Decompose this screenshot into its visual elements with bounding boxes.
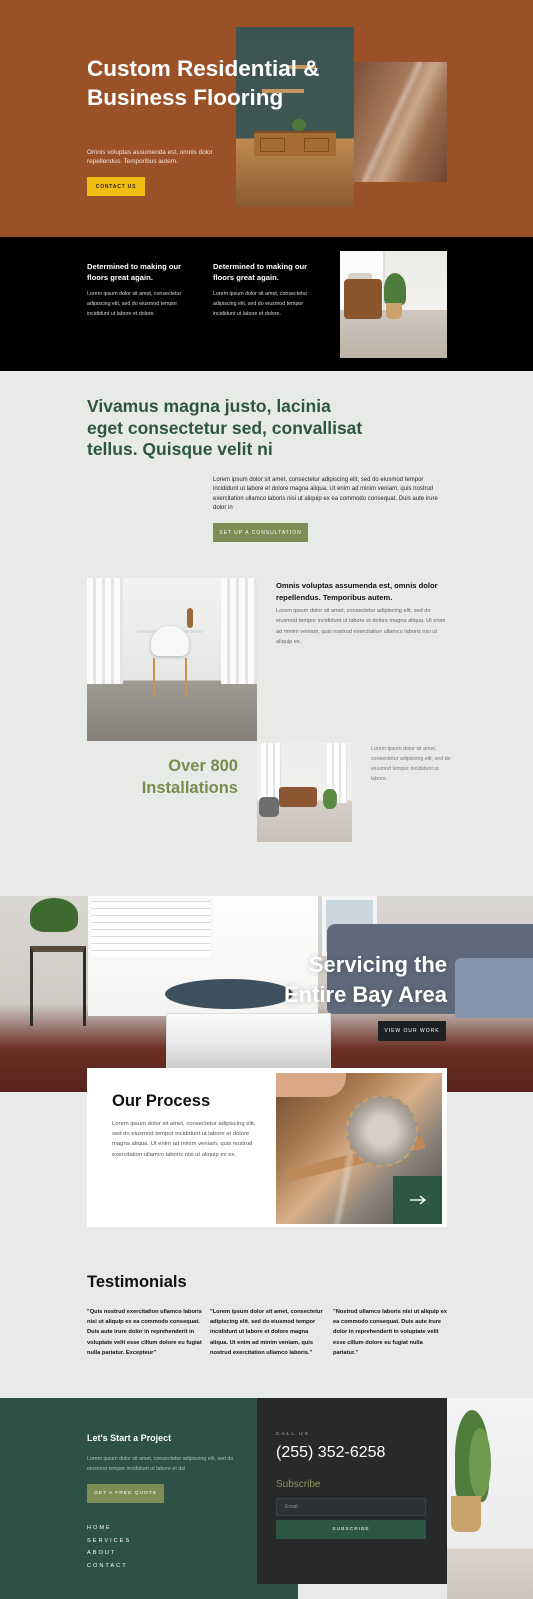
- testimonials-section: Testimonials "Quis nostrud exercitation …: [0, 1255, 533, 1398]
- testimonial-quote-1: "Quis nostrud exercitation ullamco labor…: [87, 1309, 202, 1356]
- intro-paragraph: Lorem ipsum dolor sit amet, consectetur …: [213, 477, 438, 512]
- footer-nav-contact[interactable]: CONTACT: [87, 1563, 128, 1569]
- testimonials-title: Testimonials: [87, 1273, 187, 1291]
- process-text: Lorem ipsum dolor sit amet, consectetur …: [112, 1121, 256, 1158]
- footer-subscribe-panel: CALL US (255) 352-6258 Subscribe SUBSCRI…: [257, 1398, 447, 1584]
- living-room-image: [257, 743, 352, 842]
- footer-contact-panel: Let's Start a Project Lorem ipsum dolor …: [0, 1398, 298, 1599]
- feature-text: Lorem ipsum dolor sit amet, consectetur …: [276, 608, 446, 645]
- subscribe-button[interactable]: SUBSCRIBE: [276, 1520, 426, 1539]
- value-text-1: Lorem ipsum dolor sit amet, consectetur …: [87, 291, 182, 317]
- call-us-label: CALL US: [276, 1432, 310, 1437]
- email-field[interactable]: [276, 1498, 426, 1516]
- dining-room-image: [87, 578, 257, 741]
- hero-title: Custom Residential & Business Flooring: [87, 56, 320, 110]
- view-our-work-button[interactable]: VIEW OUR WORK: [378, 1021, 446, 1041]
- hero-section: Custom Residential & Business Flooring O…: [0, 0, 533, 237]
- feature-heading: Omnis voluptas assumenda est, omnis dolo…: [276, 581, 438, 602]
- intro-headline: Vivamus magna justo, lacinia eget consec…: [87, 396, 363, 459]
- footer-text: Lorem ipsum dolor sit amet, consectetur …: [87, 1456, 234, 1473]
- testimonial-quote-3: "Nostrud ullamco laboris nisi ut aliquip…: [333, 1309, 447, 1356]
- bay-area-title: Servicing the Entire Bay Area: [283, 952, 447, 1007]
- testimonial-quote-2: "Lorem ipsum dolor sit amet, consectetur…: [210, 1309, 323, 1356]
- hero-wood-closeup-image: [354, 62, 447, 182]
- value-heading-2: Determined to making our floors great ag…: [213, 262, 308, 282]
- installations-stat: Over 800 Installations: [141, 757, 238, 797]
- intro-section: Vivamus magna justo, lacinia eget consec…: [0, 371, 533, 896]
- footer-nav-services[interactable]: SERVICES: [87, 1538, 131, 1544]
- process-next-button[interactable]: [393, 1176, 442, 1224]
- values-band: Determined to making our floors great ag…: [0, 237, 533, 371]
- side-text: Lorem ipsum dolor sit amet, consectetur …: [371, 746, 451, 782]
- phone-number[interactable]: (255) 352-6258: [276, 1444, 385, 1462]
- process-title: Our Process: [112, 1092, 211, 1110]
- process-section: Our Process Lorem ipsum dolor sit amet, …: [0, 1068, 533, 1255]
- footer: Let's Start a Project Lorem ipsum dolor …: [0, 1398, 533, 1599]
- value-heading-1: Determined to making our floors great ag…: [87, 262, 182, 282]
- free-quote-button[interactable]: GET A FREE QUOTE: [87, 1484, 164, 1503]
- consultation-button[interactable]: SET UP A CONSULTATION: [213, 523, 308, 542]
- footer-nav-about[interactable]: ABOUT: [87, 1550, 116, 1556]
- footer-plant-image: [447, 1398, 533, 1599]
- armchair-image: [340, 251, 447, 358]
- bay-area-banner: Servicing the Entire Bay Area VIEW OUR W…: [0, 896, 533, 1092]
- hero-subtitle: Omnis voluptas assumenda est, omnis dolo…: [87, 149, 213, 165]
- arrow-right-icon: [409, 1195, 426, 1205]
- subscribe-title: Subscribe: [276, 1479, 321, 1490]
- value-text-2: Lorem ipsum dolor sit amet, consectetur …: [213, 291, 308, 317]
- contact-us-button[interactable]: CONTACT US: [87, 177, 145, 196]
- footer-title: Let's Start a Project: [87, 1433, 172, 1443]
- footer-nav-home[interactable]: HOME: [87, 1525, 112, 1531]
